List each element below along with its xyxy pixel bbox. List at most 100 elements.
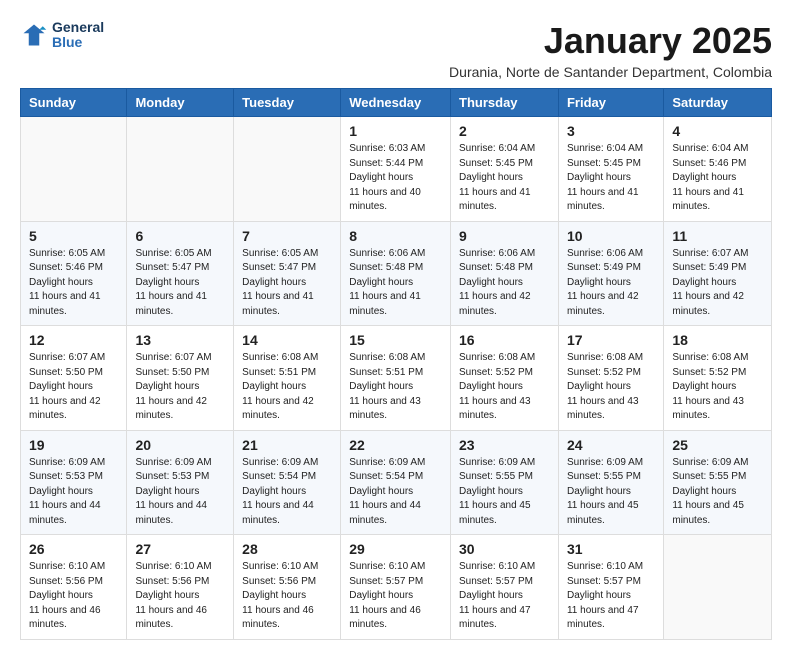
day-number: 30 (459, 541, 550, 557)
cell-info: Sunrise: 6:09 AMSunset: 5:55 PMDaylight … (459, 456, 550, 529)
calendar-cell (127, 117, 234, 222)
day-number: 4 (672, 123, 763, 139)
cell-info: Sunrise: 6:04 AMSunset: 5:45 PMDaylight … (459, 142, 550, 215)
day-number: 23 (459, 437, 550, 453)
day-header-thursday: Thursday (451, 89, 559, 117)
calendar-cell (234, 117, 341, 222)
cell-info: Sunrise: 6:08 AMSunset: 5:52 PMDaylight … (567, 351, 655, 424)
day-number: 18 (672, 332, 763, 348)
calendar-cell: 10 Sunrise: 6:06 AMSunset: 5:49 PMDayligh… (558, 221, 663, 326)
calendar-cell: 30 Sunrise: 6:10 AMSunset: 5:57 PMDayligh… (451, 535, 559, 640)
cell-info: Sunrise: 6:04 AMSunset: 5:45 PMDaylight … (567, 142, 655, 215)
day-number: 8 (349, 228, 442, 244)
cell-info: Sunrise: 6:08 AMSunset: 5:52 PMDaylight … (459, 351, 550, 424)
day-number: 9 (459, 228, 550, 244)
cell-info: Sunrise: 6:10 AMSunset: 5:57 PMDaylight … (349, 560, 442, 633)
logo-general: General (52, 20, 104, 35)
logo: General Blue (20, 20, 104, 51)
calendar-cell: 2 Sunrise: 6:04 AMSunset: 5:45 PMDaylight… (451, 117, 559, 222)
cell-info: Sunrise: 6:08 AMSunset: 5:52 PMDaylight … (672, 351, 763, 424)
day-number: 15 (349, 332, 442, 348)
day-number: 2 (459, 123, 550, 139)
calendar-cell: 13 Sunrise: 6:07 AMSunset: 5:50 PMDayligh… (127, 326, 234, 431)
day-header-friday: Friday (558, 89, 663, 117)
day-number: 28 (242, 541, 332, 557)
day-header-tuesday: Tuesday (234, 89, 341, 117)
day-number: 24 (567, 437, 655, 453)
calendar-cell: 18 Sunrise: 6:08 AMSunset: 5:52 PMDayligh… (664, 326, 772, 431)
logo-icon (20, 21, 48, 49)
calendar-cell: 19 Sunrise: 6:09 AMSunset: 5:53 PMDayligh… (21, 430, 127, 535)
cell-info: Sunrise: 6:09 AMSunset: 5:55 PMDaylight … (567, 456, 655, 529)
week-row-2: 5Sunrise: 6:05 AMSunset: 5:46 PMDaylight… (21, 221, 772, 326)
day-number: 25 (672, 437, 763, 453)
calendar-cell: 17 Sunrise: 6:08 AMSunset: 5:52 PMDayligh… (558, 326, 663, 431)
day-number: 19 (29, 437, 118, 453)
calendar-cell: 12Sunrise: 6:07 AMSunset: 5:50 PMDayligh… (21, 326, 127, 431)
cell-info: Sunrise: 6:10 AMSunset: 5:57 PMDaylight … (459, 560, 550, 633)
calendar-cell: 11Sunrise: 6:07 AMSunset: 5:49 PMDayligh… (664, 221, 772, 326)
calendar-cell: 28Sunrise: 6:10 AMSunset: 5:56 PMDayligh… (234, 535, 341, 640)
cell-info: Sunrise: 6:09 AMSunset: 5:53 PMDaylight … (135, 456, 225, 529)
day-header-wednesday: Wednesday (341, 89, 451, 117)
cell-info: Sunrise: 6:07 AMSunset: 5:49 PMDaylight … (672, 247, 763, 320)
cell-info: Sunrise: 6:03 AMSunset: 5:44 PMDaylight … (349, 142, 442, 215)
day-number: 22 (349, 437, 442, 453)
calendar-cell: 9 Sunrise: 6:06 AMSunset: 5:48 PMDaylight… (451, 221, 559, 326)
week-row-3: 12Sunrise: 6:07 AMSunset: 5:50 PMDayligh… (21, 326, 772, 431)
calendar-cell: 16 Sunrise: 6:08 AMSunset: 5:52 PMDayligh… (451, 326, 559, 431)
logo-text: General Blue (52, 20, 104, 51)
week-row-4: 19 Sunrise: 6:09 AMSunset: 5:53 PMDayligh… (21, 430, 772, 535)
calendar-cell: 1 Sunrise: 6:03 AMSunset: 5:44 PMDaylight… (341, 117, 451, 222)
cell-info: Sunrise: 6:08 AMSunset: 5:51 PMDaylight … (242, 351, 332, 424)
calendar-cell: 25Sunrise: 6:09 AMSunset: 5:55 PMDayligh… (664, 430, 772, 535)
calendar-cell (664, 535, 772, 640)
subtitle: Durania, Norte de Santander Department, … (449, 64, 772, 80)
cell-info: Sunrise: 6:10 AMSunset: 5:57 PMDaylight … (567, 560, 655, 633)
day-number: 31 (567, 541, 655, 557)
day-number: 21 (242, 437, 332, 453)
cell-info: Sunrise: 6:10 AMSunset: 5:56 PMDaylight … (135, 560, 225, 633)
cell-info: Sunrise: 6:08 AMSunset: 5:51 PMDaylight … (349, 351, 442, 424)
cell-info: Sunrise: 6:05 AMSunset: 5:46 PMDaylight … (29, 247, 118, 320)
calendar-cell: 26Sunrise: 6:10 AMSunset: 5:56 PMDayligh… (21, 535, 127, 640)
cell-info: Sunrise: 6:07 AMSunset: 5:50 PMDaylight … (135, 351, 225, 424)
day-number: 6 (135, 228, 225, 244)
cell-info: Sunrise: 6:05 AMSunset: 5:47 PMDaylight … (135, 247, 225, 320)
day-number: 29 (349, 541, 442, 557)
cell-info: Sunrise: 6:06 AMSunset: 5:49 PMDaylight … (567, 247, 655, 320)
cell-info: Sunrise: 6:06 AMSunset: 5:48 PMDaylight … (459, 247, 550, 320)
calendar-cell: 22 Sunrise: 6:09 AMSunset: 5:54 PMDayligh… (341, 430, 451, 535)
day-number: 13 (135, 332, 225, 348)
calendar-header-row: SundayMondayTuesdayWednesdayThursdayFrid… (21, 89, 772, 117)
calendar-cell: 29 Sunrise: 6:10 AMSunset: 5:57 PMDayligh… (341, 535, 451, 640)
day-number: 16 (459, 332, 550, 348)
calendar-table: SundayMondayTuesdayWednesdayThursdayFrid… (20, 88, 772, 640)
calendar-cell: 31 Sunrise: 6:10 AMSunset: 5:57 PMDayligh… (558, 535, 663, 640)
day-header-saturday: Saturday (664, 89, 772, 117)
day-number: 27 (135, 541, 225, 557)
logo-blue: Blue (52, 35, 104, 50)
week-row-5: 26Sunrise: 6:10 AMSunset: 5:56 PMDayligh… (21, 535, 772, 640)
cell-info: Sunrise: 6:10 AMSunset: 5:56 PMDaylight … (29, 560, 118, 633)
cell-info: Sunrise: 6:09 AMSunset: 5:53 PMDaylight … (29, 456, 118, 529)
calendar-cell (21, 117, 127, 222)
calendar-cell: 27 Sunrise: 6:10 AMSunset: 5:56 PMDayligh… (127, 535, 234, 640)
cell-info: Sunrise: 6:05 AMSunset: 5:47 PMDaylight … (242, 247, 332, 320)
title-section: January 2025 Durania, Norte de Santander… (449, 20, 772, 80)
day-number: 14 (242, 332, 332, 348)
cell-info: Sunrise: 6:09 AMSunset: 5:54 PMDaylight … (349, 456, 442, 529)
cell-info: Sunrise: 6:07 AMSunset: 5:50 PMDaylight … (29, 351, 118, 424)
calendar-cell: 21Sunrise: 6:09 AMSunset: 5:54 PMDayligh… (234, 430, 341, 535)
calendar-cell: 7Sunrise: 6:05 AMSunset: 5:47 PMDaylight… (234, 221, 341, 326)
page-header: General Blue January 2025 Durania, Norte… (20, 20, 772, 80)
cell-info: Sunrise: 6:06 AMSunset: 5:48 PMDaylight … (349, 247, 442, 320)
day-number: 1 (349, 123, 442, 139)
calendar-cell: 20 Sunrise: 6:09 AMSunset: 5:53 PMDayligh… (127, 430, 234, 535)
day-number: 20 (135, 437, 225, 453)
day-number: 10 (567, 228, 655, 244)
calendar-cell: 8 Sunrise: 6:06 AMSunset: 5:48 PMDaylight… (341, 221, 451, 326)
day-header-sunday: Sunday (21, 89, 127, 117)
day-number: 17 (567, 332, 655, 348)
week-row-1: 1 Sunrise: 6:03 AMSunset: 5:44 PMDaylight… (21, 117, 772, 222)
